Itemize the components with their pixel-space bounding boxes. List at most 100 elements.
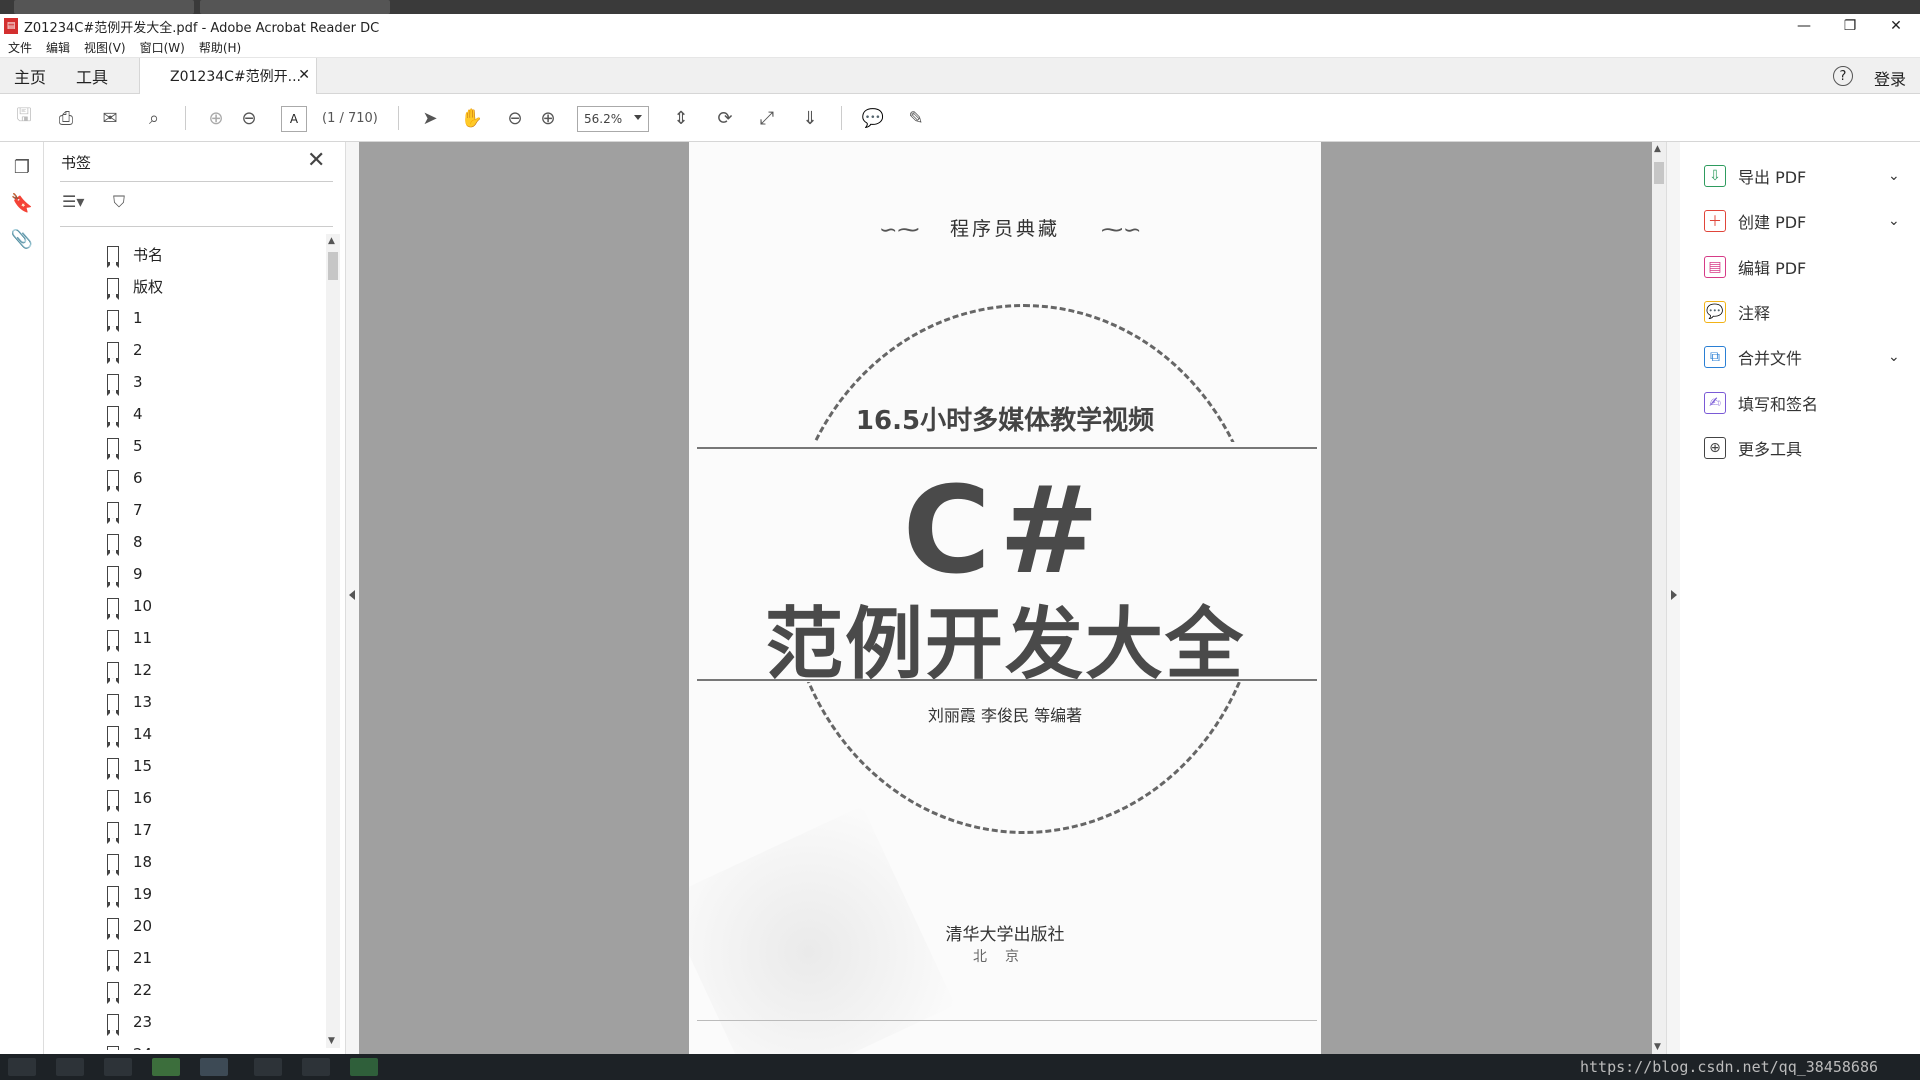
- right-pane-splitter[interactable]: [1666, 142, 1680, 1054]
- taskbar-app[interactable]: [302, 1058, 330, 1076]
- scroll-down-icon[interactable]: ▼: [328, 1036, 335, 1046]
- taskbar-app[interactable]: [254, 1058, 282, 1076]
- expand-right-icon[interactable]: [1671, 590, 1677, 600]
- zoom-in-icon[interactable]: ⊕: [536, 106, 560, 130]
- pdf-page: ∽⁓ 程序员典藏 ⁓∽ 16.5小时多媒体教学视频 C# 范例开发大全 刘丽霞 …: [689, 142, 1321, 1054]
- tool-item[interactable]: ▤ 编辑 PDF: [1704, 253, 1806, 281]
- bookmark-item[interactable]: 24: [75, 1038, 315, 1050]
- bookmark-item[interactable]: 6: [75, 462, 315, 494]
- tool-item[interactable]: ⧉ 合并文件 ⌄: [1704, 343, 1900, 371]
- restore-button[interactable]: ❐: [1828, 14, 1872, 38]
- document-scrollbar[interactable]: ▲ ▼: [1652, 142, 1666, 1054]
- bookmark-scrollbar[interactable]: ▲ ▼: [326, 234, 340, 1048]
- left-pane-splitter[interactable]: [345, 142, 359, 1054]
- rotate-icon[interactable]: ⟳: [713, 106, 737, 130]
- document-tab[interactable]: Z01234C#范例开... ✕: [139, 58, 317, 94]
- tool-item[interactable]: ＋ 创建 PDF ⌄: [1704, 207, 1900, 235]
- bookmark-item[interactable]: 5: [75, 430, 315, 462]
- hand-tool-icon[interactable]: ✋: [460, 106, 484, 130]
- scroll-thumb[interactable]: [328, 252, 338, 280]
- bookmark-item[interactable]: 书名: [75, 238, 315, 270]
- bookmark-item[interactable]: 7: [75, 494, 315, 526]
- taskbar-app[interactable]: [56, 1058, 84, 1076]
- bookmark-item[interactable]: 9: [75, 558, 315, 590]
- bookmark-item[interactable]: 12: [75, 654, 315, 686]
- bookmark-item[interactable]: 11: [75, 622, 315, 654]
- home-tab[interactable]: 主页: [14, 58, 46, 94]
- tool-item[interactable]: 💬 注释: [1704, 298, 1770, 326]
- bookmark-item[interactable]: 19: [75, 878, 315, 910]
- taskbar-app[interactable]: [104, 1058, 132, 1076]
- scroll-up-icon[interactable]: ▲: [328, 236, 335, 246]
- bookmark-item[interactable]: 14: [75, 718, 315, 750]
- email-icon[interactable]: ✉: [98, 106, 122, 130]
- chevron-down-icon[interactable]: ⌄: [1888, 213, 1900, 229]
- bookmark-item[interactable]: 16: [75, 782, 315, 814]
- highlight-pen-icon[interactable]: ✎: [904, 106, 928, 130]
- menu-help[interactable]: 帮助(H): [199, 39, 241, 56]
- bookmark-item[interactable]: 8: [75, 526, 315, 558]
- page-thumbnails-icon[interactable]: ❐: [11, 156, 33, 178]
- bookmark-icon: [107, 501, 119, 524]
- login-button[interactable]: 登录: [1874, 66, 1906, 90]
- print-icon[interactable]: ⎙: [54, 106, 78, 130]
- toolbar-divider: [841, 106, 842, 130]
- scroll-thumb[interactable]: [1654, 162, 1664, 184]
- bookmark-item[interactable]: 13: [75, 686, 315, 718]
- tools-tab[interactable]: 工具: [76, 58, 108, 94]
- bookmark-icon: [107, 597, 119, 620]
- comment-toolbar-icon[interactable]: 💬: [861, 106, 885, 130]
- bookmark-item[interactable]: 10: [75, 590, 315, 622]
- chevron-down-icon[interactable]: ⌄: [1888, 349, 1900, 365]
- menu-view[interactable]: 视图(V): [84, 39, 126, 56]
- taskbar-app[interactable]: [200, 1058, 228, 1076]
- fit-page-icon[interactable]: ⇕: [669, 106, 693, 130]
- previous-page-icon[interactable]: ⊕: [204, 106, 228, 130]
- taskbar-app[interactable]: [152, 1058, 180, 1076]
- zoom-select[interactable]: 56.2%: [577, 106, 649, 132]
- edit-pdf-icon: ▤: [1704, 255, 1726, 278]
- next-page-icon[interactable]: ⊖: [237, 106, 261, 130]
- close-tab-icon[interactable]: ✕: [298, 67, 310, 83]
- search-icon[interactable]: ⌕: [142, 106, 166, 130]
- bookmark-item[interactable]: 4: [75, 398, 315, 430]
- bookmark-item[interactable]: 22: [75, 974, 315, 1006]
- bookmark-item[interactable]: 版权: [75, 270, 315, 302]
- collapse-left-icon[interactable]: [349, 590, 355, 600]
- menu-file[interactable]: 文件: [8, 39, 32, 56]
- options-menu-icon[interactable]: ☰▾: [62, 192, 84, 211]
- zoom-out-icon[interactable]: ⊖: [503, 106, 527, 130]
- bookmark-icon[interactable]: 🔖: [11, 192, 33, 214]
- bookmark-item[interactable]: 23: [75, 1006, 315, 1038]
- bookmark-item[interactable]: 15: [75, 750, 315, 782]
- bookmark-item[interactable]: 18: [75, 846, 315, 878]
- document-viewport[interactable]: ∽⁓ 程序员典藏 ⁓∽ 16.5小时多媒体教学视频 C# 范例开发大全 刘丽霞 …: [359, 142, 1652, 1054]
- bookmark-item[interactable]: 21: [75, 942, 315, 974]
- bookmark-item[interactable]: 2: [75, 334, 315, 366]
- minimize-button[interactable]: —: [1782, 14, 1826, 38]
- tool-item[interactable]: ⇩ 导出 PDF ⌄: [1704, 162, 1900, 190]
- scroll-mode-icon[interactable]: ⇓: [798, 106, 822, 130]
- new-bookmark-icon[interactable]: ⛉: [113, 192, 125, 212]
- close-window-button[interactable]: ✕: [1874, 14, 1918, 38]
- full-screen-icon[interactable]: ⤢: [755, 106, 779, 130]
- page-number-input[interactable]: A: [281, 106, 307, 132]
- taskbar-app[interactable]: [350, 1058, 378, 1076]
- close-icon[interactable]: ✕: [307, 148, 325, 173]
- help-icon[interactable]: ?: [1833, 66, 1853, 86]
- start-button[interactable]: [8, 1058, 36, 1076]
- bookmark-item[interactable]: 20: [75, 910, 315, 942]
- scroll-up-icon[interactable]: ▲: [1654, 144, 1661, 154]
- chevron-down-icon[interactable]: ⌄: [1888, 168, 1900, 184]
- tool-item[interactable]: ⊕ 更多工具: [1704, 434, 1802, 462]
- bookmark-item[interactable]: 17: [75, 814, 315, 846]
- bookmark-item[interactable]: 1: [75, 302, 315, 334]
- tool-item[interactable]: ✍ 填写和签名: [1704, 389, 1818, 417]
- attachment-icon[interactable]: 📎: [11, 228, 33, 250]
- scroll-down-icon[interactable]: ▼: [1654, 1042, 1661, 1052]
- save-icon[interactable]: 🖫: [12, 105, 36, 130]
- bookmark-item[interactable]: 3: [75, 366, 315, 398]
- menu-edit[interactable]: 编辑: [46, 39, 70, 56]
- menu-window[interactable]: 窗口(W): [140, 39, 185, 56]
- select-tool-icon[interactable]: ➤: [418, 106, 442, 130]
